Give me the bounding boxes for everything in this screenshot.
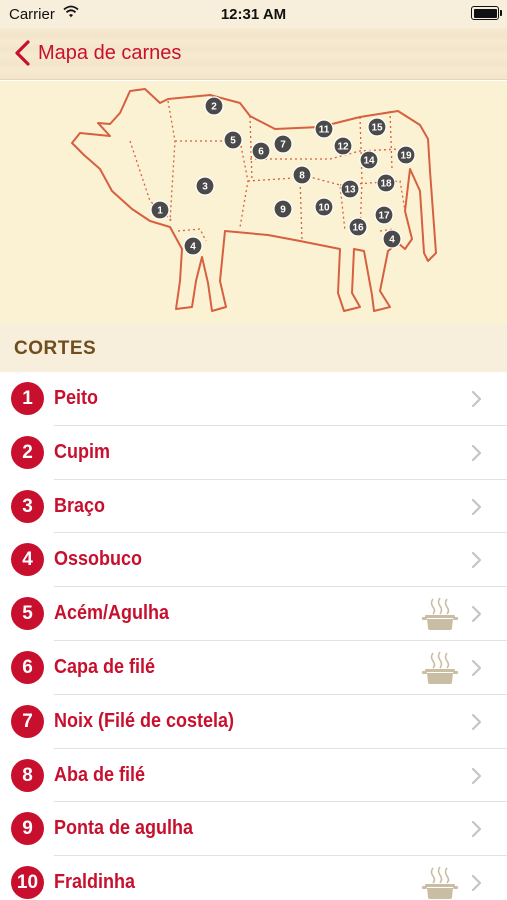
cuts-map: 1 2 3 4 5 6 7 8 9 10 11 12 13 14 15 16 17 18 19 4 [0, 81, 507, 324]
map-marker-label: 8 [299, 171, 305, 182]
map-marker-label: 5 [230, 136, 236, 147]
map-marker-label: 17 [378, 211, 390, 222]
cut-number-badge: 6 [11, 650, 44, 684]
list-item[interactable]: 10 Fraldinha [0, 856, 507, 900]
cut-number-badge: 1 [11, 382, 44, 415]
section-header: CORTES [0, 324, 507, 372]
status-bar: Carrier 12:31 AM [0, 0, 507, 28]
cut-number-badge: 7 [11, 704, 44, 738]
cut-name: Acém/Agulha [54, 602, 170, 625]
battery-icon [471, 6, 502, 20]
map-marker-label: 12 [337, 142, 349, 153]
chevron-right-icon [471, 767, 482, 784]
chevron-right-icon [471, 552, 482, 569]
cut-number-badge: 4 [11, 543, 44, 577]
list-item[interactable]: 7 Noix (Filé de costela) [0, 694, 507, 749]
chevron-right-icon [471, 444, 482, 461]
list-item[interactable]: 4 Ossobuco [0, 533, 507, 588]
cut-name: Noix (Filé de costela) [54, 709, 235, 732]
cuts-list: 1 Peito 2 Cupim 3 Braço 4 Ossobuco 5 Acé… [0, 372, 507, 900]
chevron-right-icon [471, 713, 482, 730]
clock: 12:31 AM [220, 6, 287, 23]
chevron-right-icon [471, 498, 482, 515]
chevron-right-icon [471, 875, 482, 892]
cut-name: Fraldinha [54, 871, 136, 894]
back-label: Mapa de carnes [38, 41, 182, 64]
map-marker-label: 15 [371, 123, 383, 134]
cut-number-badge: 5 [11, 597, 44, 631]
map-marker-label: 18 [380, 179, 392, 190]
back-chevron-icon [15, 40, 30, 66]
map-marker-label: 4 [389, 235, 395, 246]
cut-number-badge: 8 [11, 758, 44, 792]
cut-number-badge: 3 [11, 489, 44, 523]
map-marker-label: 10 [318, 203, 330, 214]
map-marker-label: 16 [352, 223, 364, 234]
list-item[interactable]: 5 Acém/Agulha [0, 587, 507, 641]
map-marker-label: 14 [363, 156, 375, 167]
map-marker-label: 6 [258, 147, 264, 158]
navigation-bar: Mapa de carnes [0, 28, 507, 80]
cooking-pot-icon [422, 866, 458, 900]
map-marker-label: 9 [280, 205, 286, 216]
map-marker-label: 4 [190, 242, 196, 253]
cut-name: Ponta de agulha [54, 817, 194, 840]
chevron-right-icon [471, 821, 482, 838]
map-marker-label: 11 [319, 125, 330, 136]
chevron-right-icon [471, 390, 482, 408]
cut-name: Capa de filé [54, 655, 156, 678]
list-item[interactable]: 8 Aba de filé [0, 748, 507, 803]
section-title: CORTES [14, 338, 97, 359]
cooking-pot-icon [422, 651, 458, 684]
list-item[interactable]: 1 Peito [0, 372, 507, 426]
map-marker-label: 7 [280, 140, 286, 151]
list-item[interactable]: 6 Capa de filé [0, 640, 507, 695]
cut-number-badge: 2 [11, 435, 44, 469]
cut-name: Peito [54, 387, 99, 409]
chevron-right-icon [471, 606, 482, 623]
map-marker-label: 1 [157, 206, 163, 217]
list-item[interactable]: 9 Ponta de agulha [0, 802, 507, 857]
map-marker-label: 19 [400, 151, 412, 162]
back-button[interactable]: Mapa de carnes [12, 38, 181, 68]
map-marker-label: 13 [344, 185, 356, 196]
cut-name: Aba de filé [54, 763, 146, 786]
list-item[interactable]: 2 Cupim [0, 425, 507, 480]
cut-number-badge: 9 [11, 812, 44, 846]
map-marker-label: 3 [202, 182, 208, 193]
cut-name: Cupim [54, 440, 110, 463]
chevron-right-icon [471, 659, 482, 677]
cooking-pot-icon [422, 597, 458, 631]
cut-name: Ossobuco [54, 548, 143, 571]
list-item[interactable]: 3 Braço [0, 479, 507, 534]
cut-number-badge: 10 [11, 866, 44, 900]
map-marker-label: 2 [211, 102, 217, 113]
cut-name: Braço [54, 494, 106, 517]
cow-diagram: 123456789 101112131415161718194 [71, 88, 437, 312]
